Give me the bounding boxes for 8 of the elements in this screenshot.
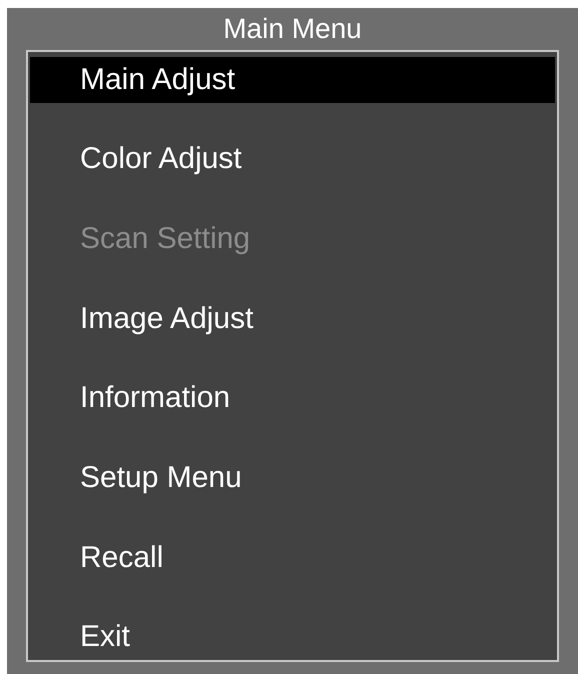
menu-item[interactable]: Color Adjust [30, 136, 555, 182]
menu-item[interactable]: Image Adjust [30, 296, 555, 342]
menu-title: Main Menu [223, 15, 362, 43]
menu-item[interactable]: Setup Menu [30, 455, 555, 501]
menu-item[interactable]: Main Adjust [30, 57, 555, 103]
menu-item[interactable]: Recall [30, 534, 555, 580]
menu-item[interactable]: Exit [30, 614, 555, 660]
menu-item[interactable]: Information [30, 376, 555, 422]
